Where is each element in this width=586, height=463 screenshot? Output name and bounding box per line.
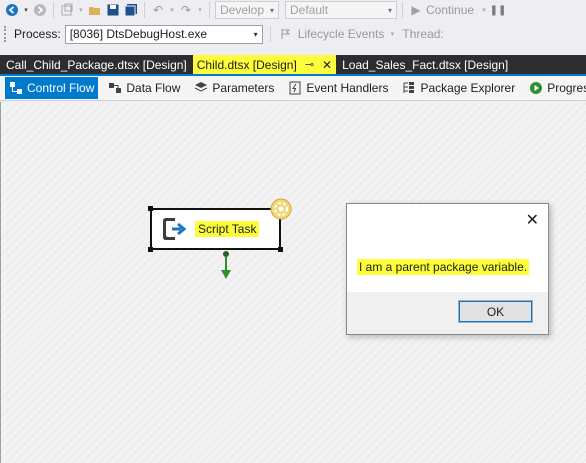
main-toolbar: ▾ ▾ ↶ ▾ ↷ ▾ Develop ▾ Default ▾ ▶ Continue…: [0, 0, 586, 20]
executing-gear-icon: [270, 198, 292, 220]
save-icon[interactable]: [105, 2, 121, 18]
dropdown-arrow-icon[interactable]: ▾: [480, 2, 488, 18]
tab-label: Control Flow: [27, 81, 95, 95]
process-combo-value: [8036] DtsDebugHost.exe: [69, 27, 208, 41]
configuration-combo[interactable]: Develop ▾: [215, 1, 279, 19]
toolbar-separator: [209, 2, 210, 18]
tab-progress[interactable]: Progress: [525, 77, 586, 99]
chevron-down-icon: ▾: [387, 5, 392, 15]
pause-icon[interactable]: ❚❚: [490, 2, 507, 18]
tab-label: Event Handlers: [306, 81, 389, 95]
tab-data-flow[interactable]: Data Flow: [104, 77, 184, 99]
navigate-back-icon[interactable]: [4, 2, 20, 18]
chevron-down-icon: ▾: [269, 5, 274, 15]
process-combo[interactable]: [8036] DtsDebugHost.exe ▾: [64, 24, 263, 44]
toolbar-separator: [53, 2, 54, 18]
process-label: Process:: [14, 27, 61, 41]
parameters-icon: [194, 81, 208, 95]
resize-handle[interactable]: [148, 247, 153, 252]
script-task[interactable]: Script Task: [148, 206, 283, 252]
dialog-message: I am a parent package variable.: [357, 259, 530, 275]
save-all-icon[interactable]: [123, 2, 139, 18]
dropdown-arrow-icon[interactable]: ▾: [196, 2, 204, 18]
designer-tab-strip: Control Flow Data Flow Parameters Event …: [0, 76, 586, 101]
dialog-footer: OK: [347, 292, 548, 334]
dropdown-arrow-icon[interactable]: ▾: [77, 2, 85, 18]
debug-location-toolbar: Process: [8036] DtsDebugHost.exe ▾ Lifec…: [0, 22, 586, 46]
continue-play-icon[interactable]: ▶: [408, 2, 424, 18]
tab-child-package[interactable]: Child.dtsx [Design] ⊸ ✕: [192, 55, 337, 74]
ok-button[interactable]: OK: [458, 300, 533, 323]
precedence-constraint-connector[interactable]: [220, 250, 232, 280]
pin-icon[interactable]: ⊸: [305, 58, 314, 71]
tab-label: Load_Sales_Fact.dtsx [Design]: [342, 57, 509, 72]
toolbar-separator: [269, 26, 271, 42]
tab-package-explorer[interactable]: Package Explorer: [398, 77, 519, 99]
tab-parameters[interactable]: Parameters: [190, 77, 278, 99]
tab-load-sales-fact[interactable]: Load_Sales_Fact.dtsx [Design]: [336, 55, 514, 74]
redo-icon[interactable]: ↷: [178, 2, 194, 18]
package-explorer-icon: [402, 81, 416, 95]
dropdown-arrow-icon[interactable]: ▾: [168, 2, 176, 18]
resize-handle[interactable]: [278, 247, 283, 252]
data-flow-icon: [108, 81, 122, 95]
close-icon[interactable]: ✕: [526, 210, 539, 230]
script-task-icon: [163, 218, 187, 240]
new-project-icon[interactable]: [59, 2, 75, 18]
script-task-label: Script Task: [195, 221, 260, 237]
tab-label: Package Explorer: [420, 81, 516, 95]
event-handlers-icon: [288, 81, 302, 95]
tab-label: Call_Child_Package.dtsx [Design]: [6, 57, 187, 72]
platform-combo-value: Default: [290, 3, 329, 17]
message-box-dialog: ✕ I am a parent package variable. OK: [346, 203, 549, 335]
lifecycle-events-icon[interactable]: [278, 26, 294, 42]
configuration-combo-value: Develop: [220, 3, 265, 17]
tab-control-flow[interactable]: Control Flow: [5, 77, 99, 99]
close-icon[interactable]: ✕: [322, 58, 332, 72]
toolbar-separator: [402, 2, 403, 18]
control-flow-icon: [9, 81, 23, 95]
lifecycle-events-button[interactable]: Lifecycle Events: [298, 27, 385, 41]
chevron-down-icon: ▾: [253, 29, 258, 39]
thread-label: Thread:: [402, 27, 444, 41]
tab-call-child-package[interactable]: Call_Child_Package.dtsx [Design]: [0, 55, 193, 74]
progress-play-icon: [529, 81, 543, 95]
tab-event-handlers[interactable]: Event Handlers: [284, 77, 392, 99]
resize-handle[interactable]: [148, 206, 153, 211]
toolbar-separator: [144, 2, 145, 18]
document-tab-bar: Call_Child_Package.dtsx [Design] Child.d…: [0, 55, 586, 76]
toolbar-grip[interactable]: [4, 26, 8, 42]
undo-icon[interactable]: ↶: [150, 2, 166, 18]
dropdown-arrow-icon[interactable]: ▾: [388, 26, 396, 42]
open-folder-icon[interactable]: [87, 2, 103, 18]
tab-label: Child.dtsx [Design]: [196, 57, 297, 72]
dropdown-arrow-icon[interactable]: ▾: [22, 2, 30, 18]
platform-combo[interactable]: Default ▾: [285, 1, 397, 19]
continue-button[interactable]: Continue: [426, 3, 474, 17]
tab-label: Progress: [547, 81, 586, 95]
tab-label: Data Flow: [126, 81, 181, 95]
navigate-forward-icon[interactable]: [32, 2, 48, 18]
tab-label: Parameters: [212, 81, 275, 95]
